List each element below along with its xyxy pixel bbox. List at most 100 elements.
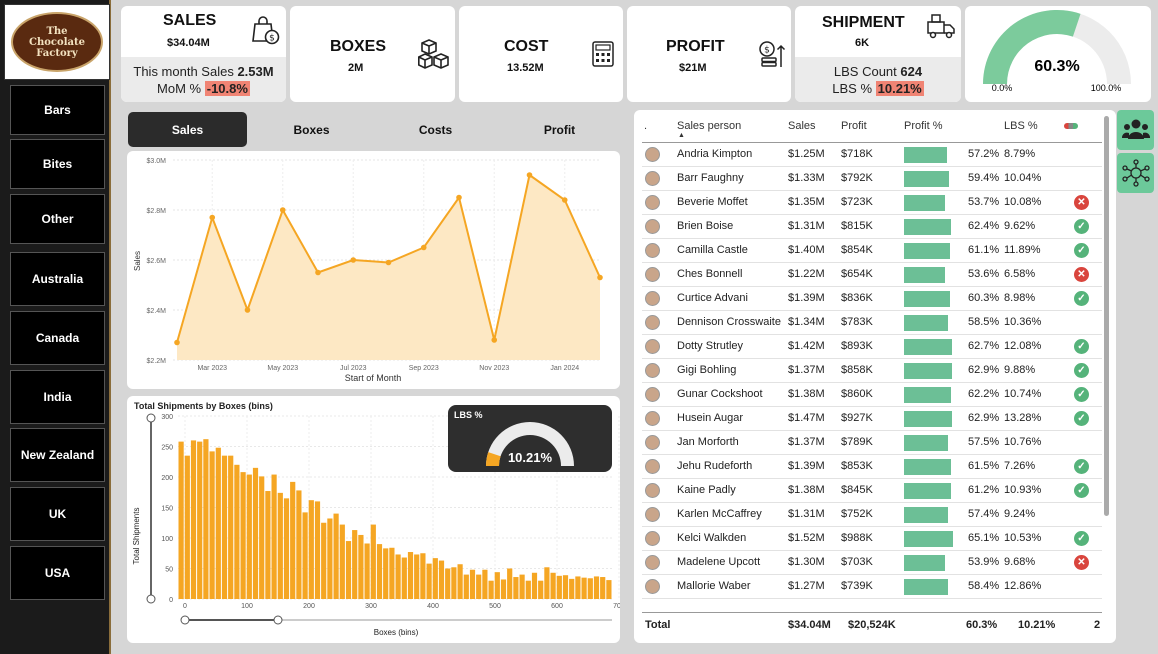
histogram-bar[interactable] [339,524,345,599]
histogram-bar[interactable] [445,568,451,600]
network-view-button[interactable] [1117,153,1154,193]
histogram-bar[interactable] [190,440,197,599]
histogram-bar[interactable] [178,441,184,599]
histogram-bar[interactable] [184,455,190,599]
histogram-bar[interactable] [407,552,414,599]
table-row[interactable]: Ches Bonnell $1.22M $654K 53.6% 6.58% ✕ [642,263,1102,287]
sales-point[interactable] [385,259,392,266]
header-sales-person[interactable]: Sales person [677,120,741,132]
histogram-bar[interactable] [538,580,544,599]
histogram-bar[interactable] [469,569,476,599]
table-row[interactable]: Mallorie Waber $1.27M $739K 58.4% 12.86% [642,575,1102,599]
histogram-bar[interactable] [259,476,265,599]
histogram-bar[interactable] [438,560,445,599]
sales-point[interactable] [491,337,498,343]
tab-boxes[interactable]: Boxes [252,112,371,147]
histogram-bar[interactable] [513,577,519,599]
sales-point[interactable] [456,194,462,201]
histogram-bar[interactable] [544,567,550,599]
nav-usa[interactable]: USA [10,546,105,600]
table-row[interactable]: Gunar Cockshoot $1.38M $860K 62.2% 10.74% ✓ [642,383,1102,407]
sales-point[interactable] [209,214,216,221]
histogram-bar[interactable] [562,575,569,599]
nav-other[interactable]: Other [10,194,105,244]
histogram-bar[interactable] [370,524,376,599]
sales-point[interactable] [420,244,427,251]
histogram-bar[interactable] [457,564,463,599]
sales-point[interactable] [350,257,357,263]
histogram-bar[interactable] [426,563,432,599]
histogram-bar[interactable] [488,580,494,599]
histogram-bar[interactable] [451,567,457,599]
histogram-bar[interactable] [519,574,525,599]
histogram-bar[interactable] [364,543,370,599]
histogram-bar[interactable] [321,522,327,599]
histogram-bar[interactable] [246,474,252,599]
histogram-bar[interactable] [209,451,215,599]
table-row[interactable]: Andria Kimpton $1.25M $718K 57.2% 8.79% [642,143,1102,167]
x-range-slider-handle-right[interactable] [273,615,283,625]
histogram-bar[interactable] [327,518,333,599]
histogram-bar[interactable] [383,548,389,599]
histogram-bar[interactable] [215,447,221,599]
histogram-bar[interactable] [271,474,277,599]
histogram-bar[interactable] [376,544,383,599]
sales-point[interactable] [244,307,251,313]
table-row[interactable]: Kelci Walkden $1.52M $988K 65.1% 10.53% ✓ [642,527,1102,551]
table-row[interactable]: Beverie Moffet $1.35M $723K 53.7% 10.08% ✕ [642,191,1102,215]
sales-point[interactable] [561,197,568,203]
header-profit[interactable]: Profit [841,120,867,132]
histogram-bar[interactable] [556,575,562,599]
header-sales[interactable]: Sales [788,120,816,132]
histogram-bar[interactable] [283,498,290,599]
nav-new-zealand[interactable]: New Zealand [10,428,105,482]
histogram-bar[interactable] [494,572,500,599]
histogram-bar[interactable] [302,512,308,599]
histogram-bar[interactable] [234,464,240,599]
histogram-bar[interactable] [569,578,575,599]
histogram-bar[interactable] [575,576,581,599]
histogram-bar[interactable] [290,481,296,599]
tab-costs[interactable]: Costs [376,112,495,147]
tab-sales[interactable]: Sales [128,112,247,147]
nav-uk[interactable]: UK [10,487,105,541]
histogram-bar[interactable] [308,500,314,599]
histogram-bar[interactable] [476,574,482,599]
table-row[interactable]: Jehu Rudeforth $1.39M $853K 61.5% 7.26% ✓ [642,455,1102,479]
people-view-button[interactable] [1117,110,1154,150]
tab-profit[interactable]: Profit [500,112,619,147]
histogram-bar[interactable] [221,455,228,599]
histogram-bar[interactable] [358,534,364,599]
table-row[interactable]: Husein Augar $1.47M $927K 62.9% 13.28% ✓ [642,407,1102,431]
histogram-bar[interactable] [600,577,606,599]
histogram-bar[interactable] [333,513,339,599]
nav-india[interactable]: India [10,370,105,424]
histogram-bar[interactable] [352,530,358,599]
histogram-bar[interactable] [240,472,246,599]
y-range-slider-handle-top[interactable] [146,413,156,423]
histogram-bar[interactable] [581,577,587,599]
nav-canada[interactable]: Canada [10,311,105,365]
table-row[interactable]: Gigi Bohling $1.37M $858K 62.9% 9.88% ✓ [642,359,1102,383]
sales-point[interactable] [174,339,180,346]
table-row[interactable]: Brien Boise $1.31M $815K 62.4% 9.62% ✓ [642,215,1102,239]
histogram-bar[interactable] [395,554,401,599]
table-row[interactable]: Jan Morforth $1.37M $789K 57.5% 10.76% [642,431,1102,455]
table-row[interactable]: Karlen McCaffrey $1.31M $752K 57.4% 9.24% [642,503,1102,527]
y-range-slider-handle-bottom[interactable] [146,594,156,604]
histogram-bar[interactable] [525,580,531,599]
sales-point[interactable] [526,172,533,178]
histogram-bar[interactable] [401,557,407,599]
table-row[interactable]: Camilla Castle $1.40M $854K 61.1% 11.89% ✓ [642,239,1102,263]
nav-australia[interactable]: Australia [10,252,105,306]
nav-bites[interactable]: Bites [10,139,105,189]
histogram-bar[interactable] [420,553,426,599]
histogram-bar[interactable] [203,439,209,599]
sales-point[interactable] [315,269,321,276]
histogram-bar[interactable] [277,492,283,599]
header-profit-pct[interactable]: Profit % [904,120,943,132]
sales-point[interactable] [279,207,286,213]
histogram-bar[interactable] [482,569,488,599]
histogram-bar[interactable] [587,578,593,599]
table-scrollbar[interactable] [1104,116,1109,516]
